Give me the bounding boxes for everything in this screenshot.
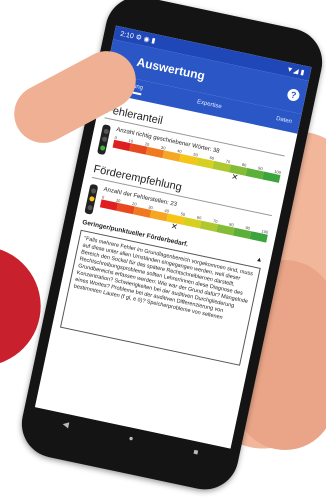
expand-icon[interactable]: ▲ bbox=[255, 256, 263, 264]
tab-daten[interactable]: Daten bbox=[275, 116, 292, 125]
help-icon[interactable]: ? bbox=[286, 87, 301, 103]
tab-expertise[interactable]: Expertise bbox=[196, 99, 222, 110]
light-red bbox=[102, 128, 109, 135]
status-right-icons: ▼◢ ▮ bbox=[285, 66, 305, 77]
light-green bbox=[99, 145, 106, 152]
light-yellow bbox=[101, 136, 107, 143]
light-red bbox=[90, 187, 97, 194]
content-area: Fehleranteil Anzahl richtig geschriebene… bbox=[51, 92, 298, 373]
light-yellow bbox=[88, 196, 95, 203]
nav-back-icon[interactable]: ◀ bbox=[62, 419, 70, 429]
traffic-light-icon bbox=[96, 124, 112, 156]
nav-home-icon[interactable]: ● bbox=[128, 433, 135, 443]
status-time: 2:10 bbox=[119, 30, 135, 41]
status-icons: ⚙ ◉ ▮ bbox=[134, 34, 156, 46]
traffic-light-icon bbox=[84, 183, 99, 215]
light-green bbox=[86, 204, 93, 211]
nav-recent-icon[interactable]: ■ bbox=[193, 447, 200, 457]
